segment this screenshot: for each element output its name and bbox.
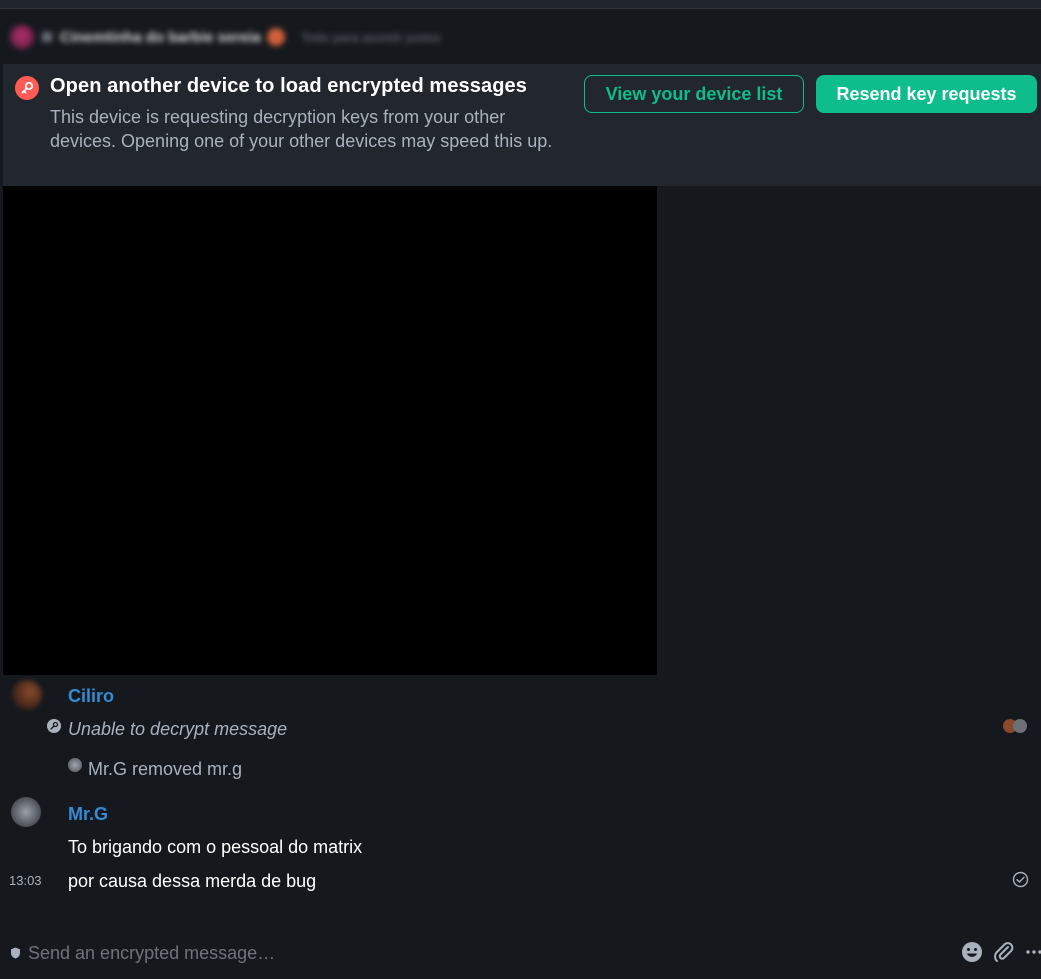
state-event-text: Mr.G removed mr.g [88,759,243,779]
more-options-icon[interactable] [1025,941,1041,963]
message-body: To brigando com o pessoal do matrix [68,837,363,857]
window-top-bar [0,0,1041,9]
view-device-list-button[interactable]: View your device list [584,75,804,113]
emoji-icon[interactable] [961,941,983,963]
avatar[interactable] [12,680,42,710]
read-receipts[interactable] [1003,718,1029,734]
room-topic[interactable]: Todo para assistir juntos [301,30,441,45]
room-avatar[interactable] [10,25,34,49]
room-header[interactable]: Cinemtinha do barbie sereia Todo para as… [0,9,1041,65]
message-timestamp[interactable]: 13:03 [9,873,42,888]
room-emoji-icon [266,28,285,46]
key-request-banner: Open another device to load encrypted me… [3,64,1041,186]
banner-title: Open another device to load encrypted me… [50,75,527,97]
message-input[interactable] [28,938,928,968]
decryption-failure-icon [47,719,61,733]
state-event-avatar[interactable] [68,758,82,772]
shield-icon [10,946,21,959]
key-icon [15,76,39,100]
message-composer [0,930,1041,979]
sender-name[interactable]: Ciliro [68,686,114,707]
banner-description: This device is requesting decryption key… [50,107,553,151]
sender-name[interactable]: Mr.G [68,804,108,825]
paperclip-icon[interactable] [992,941,1014,963]
resend-key-requests-button[interactable]: Resend key requests [816,75,1037,113]
message-body: por causa dessa merda de bug [68,871,317,891]
message-body: Unable to decrypt message [68,719,288,739]
shield-icon [42,32,52,42]
room-name[interactable]: Cinemtinha do barbie sereia [60,29,261,46]
media-image[interactable] [3,186,657,675]
avatar[interactable] [11,797,41,827]
read-receipt-avatar [1013,719,1027,733]
sent-check-icon [1012,871,1029,888]
